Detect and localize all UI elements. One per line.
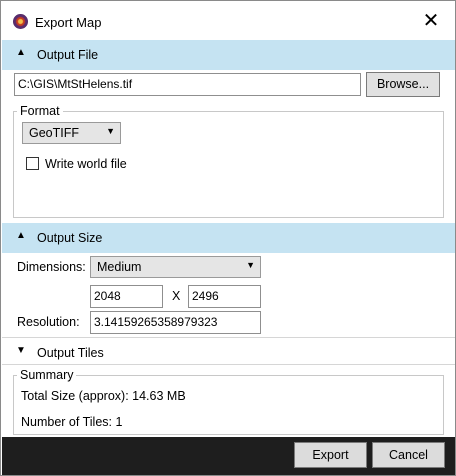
cancel-button[interactable]: Cancel bbox=[372, 442, 445, 468]
close-button[interactable]: ✕ bbox=[413, 7, 449, 37]
title-bar: Export Map ✕ bbox=[1, 1, 455, 41]
resolution-input[interactable]: 3.14159265358979323 bbox=[90, 311, 261, 334]
output-size-label: Output Size bbox=[37, 231, 103, 245]
format-select[interactable]: GeoTIFF ▼ bbox=[22, 122, 121, 144]
dimensions-select[interactable]: Medium ▼ bbox=[90, 256, 261, 278]
export-button[interactable]: Export bbox=[294, 442, 367, 468]
width-input[interactable]: 2048 bbox=[90, 285, 163, 308]
divider bbox=[2, 364, 455, 365]
number-of-tiles-text: Number of Tiles: 1 bbox=[21, 415, 123, 429]
summary-legend: Summary bbox=[17, 368, 77, 382]
format-selected-value: GeoTIFF bbox=[29, 126, 80, 140]
output-file-header[interactable]: ▲ Output File bbox=[2, 40, 455, 70]
output-path-input[interactable]: C:\GIS\MtStHelens.tif bbox=[14, 73, 361, 96]
chevron-down-icon: ▼ bbox=[106, 126, 115, 136]
app-globe-icon bbox=[13, 14, 28, 29]
browse-button[interactable]: Browse... bbox=[366, 72, 440, 97]
dimension-separator: X bbox=[172, 289, 181, 303]
chevron-up-icon: ▲ bbox=[16, 230, 26, 241]
export-map-dialog: Export Map ✕ ▲ Output File C:\GIS\MtStHe… bbox=[0, 0, 456, 476]
dimensions-label: Dimensions: bbox=[17, 260, 86, 274]
world-file-checkbox[interactable] bbox=[26, 157, 39, 170]
total-size-text: Total Size (approx): 14.63 MB bbox=[21, 389, 186, 403]
world-file-label: Write world file bbox=[45, 157, 127, 171]
chevron-down-icon: ▼ bbox=[16, 345, 26, 356]
output-tiles-label: Output Tiles bbox=[37, 346, 104, 360]
resolution-label: Resolution: bbox=[17, 315, 80, 329]
output-size-header[interactable]: ▲ Output Size bbox=[2, 223, 455, 253]
chevron-down-icon: ▼ bbox=[246, 260, 255, 270]
height-input[interactable]: 2496 bbox=[188, 285, 261, 308]
output-file-label: Output File bbox=[37, 48, 99, 62]
dimensions-selected-value: Medium bbox=[97, 260, 142, 274]
chevron-up-icon: ▲ bbox=[16, 47, 26, 58]
format-legend: Format bbox=[17, 104, 63, 118]
window-title: Export Map bbox=[35, 15, 102, 30]
dialog-footer: Export Cancel bbox=[2, 437, 455, 475]
